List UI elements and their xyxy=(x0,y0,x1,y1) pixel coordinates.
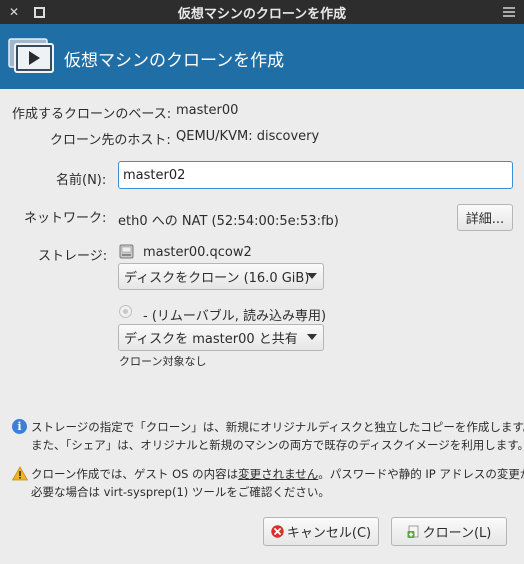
clone-button[interactable]: クローン(L) xyxy=(391,517,507,546)
network-value: eth0 への NAT (52:54:00:5e:53:fb) xyxy=(118,214,339,229)
chevron-down-icon xyxy=(307,334,317,340)
info-line-2: また、「シェア」は、オリジナルと新規のマシンの両方で既存のディスクイメージを利用… xyxy=(31,438,524,452)
window-title: 仮想マシンのクローンを作成 xyxy=(177,6,347,22)
storage-disk1-action-select[interactable]: ディスクをクローン (16.0 GiB) xyxy=(118,263,324,290)
cancel-button[interactable]: キャンセル(C) xyxy=(263,517,379,546)
clone-host-label: クローン先のホスト: xyxy=(50,133,171,148)
storage-label: ストレージ: xyxy=(38,249,108,264)
info-line-1: ストレージの指定で「クローン」は、新規にオリジナルディスクと独立したコピーを作成… xyxy=(31,420,524,434)
name-input[interactable] xyxy=(118,161,513,189)
clone-base-label: 作成するクローンのベース: xyxy=(12,107,172,122)
warning-line-1: クローン作成では、ゲスト OS の内容は変更されません。パスワードや静的 IP … xyxy=(31,465,524,483)
cancel-button-label: キャンセル(C) xyxy=(286,526,372,541)
warning-line-2: 必要な場合は virt-sysprep(1) ツールをご確認ください。 xyxy=(31,485,330,499)
info-icon: i xyxy=(12,419,27,434)
storage-disk2-radio[interactable] xyxy=(119,305,132,318)
header-title: 仮想マシンのクローンを作成 xyxy=(64,51,285,71)
storage-disk2-action-value: ディスクを master00 と共有 xyxy=(124,332,298,347)
window-titlebar: ✕ 仮想マシンのクローンを作成 xyxy=(0,0,524,24)
clone-base-value: master00 xyxy=(176,103,239,118)
close-window-icon[interactable]: ✕ xyxy=(6,4,22,20)
name-label: 名前(N): xyxy=(56,173,107,188)
clone-host-value: QEMU/KVM: discovery xyxy=(176,129,320,144)
hard-disk-icon xyxy=(119,244,134,259)
chevron-down-icon xyxy=(307,273,317,279)
storage-disk2-name: - (リムーバブル, 読み込み専用) xyxy=(143,309,327,324)
warning-line-1-emphasis: 変更されません xyxy=(238,467,319,481)
warning-icon xyxy=(12,466,28,481)
storage-disk1-name: master00.qcow2 xyxy=(143,245,252,260)
window-menu-icon[interactable] xyxy=(500,4,518,20)
network-label: ネットワーク: xyxy=(24,211,107,226)
dialog-header: 仮想マシンのクローンを作成 xyxy=(0,24,524,89)
storage-disk2-note: クローン対象なし xyxy=(119,355,207,368)
virtual-machine-icon xyxy=(8,38,54,73)
storage-disk1-action-value: ディスクをクローン (16.0 GiB) xyxy=(124,271,310,286)
maximize-window-icon[interactable] xyxy=(31,4,47,20)
storage-disk2-action-select[interactable]: ディスクを master00 と共有 xyxy=(118,324,324,351)
warning-line-1-post: 。パスワードや静的 IP アドレスの変更が xyxy=(318,467,524,481)
network-details-button[interactable]: 詳細... xyxy=(457,204,513,231)
clone-button-label: クローン(L) xyxy=(422,526,492,541)
cancel-icon xyxy=(271,525,284,538)
warning-line-1-pre: クローン作成では、ゲスト OS の内容は xyxy=(31,467,239,481)
clone-icon xyxy=(407,525,419,538)
